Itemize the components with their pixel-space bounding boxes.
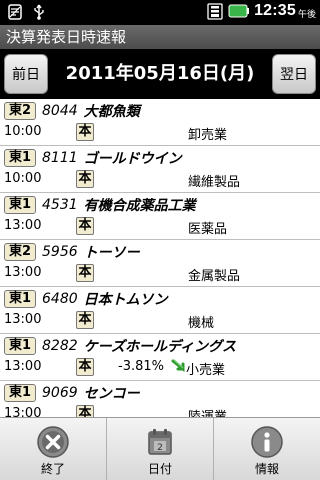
date-nav-bar: 前日 2011年05月16日(月) 翌日: [0, 49, 320, 99]
list-item[interactable]: 東1 8111 ゴールドウイン 10:00 本 繊維製品: [0, 146, 320, 193]
board-badge: 本: [76, 217, 94, 235]
list-item[interactable]: 東1 8282 ケーズホールディングス 13:00 本 -3.81% 小売業: [0, 334, 320, 381]
industry: 小売業: [186, 363, 226, 378]
company-name: 大都魚類: [83, 104, 140, 120]
announce-time: 13:00: [4, 265, 42, 280]
market-badge: 東1: [4, 149, 36, 167]
android-debug-icon: [8, 4, 22, 20]
status-bar: 12:35 午後: [0, 0, 320, 25]
stock-code: 5956: [42, 244, 78, 260]
stock-code: 8111: [42, 150, 78, 166]
board-badge: 本: [76, 123, 94, 141]
announce-time: 13:00: [4, 406, 42, 417]
announce-time: 10:00: [4, 171, 42, 186]
clock-time: 12:35: [254, 2, 296, 19]
board-badge: 本: [76, 358, 94, 376]
market-badge: 東2: [4, 102, 36, 120]
svg-text:2: 2: [157, 443, 163, 453]
menu-close-button[interactable]: 終了: [0, 418, 107, 480]
app-title: 決算発表日時速報: [0, 25, 320, 49]
clock-ampm: 午後: [297, 10, 316, 20]
list-item[interactable]: 東2 5956 トーソー 13:00 本 金属製品: [0, 240, 320, 287]
info-icon: [251, 426, 283, 458]
menu-date-button[interactable]: 2 日付: [107, 418, 214, 480]
prev-day-button[interactable]: 前日: [4, 54, 48, 94]
stock-code: 9069: [42, 385, 78, 401]
market-badge: 東1: [4, 337, 36, 355]
industry: 卸売業: [188, 128, 228, 143]
list-item[interactable]: 東1 4531 有機合成薬品工業 13:00 本 医薬品: [0, 193, 320, 240]
announce-time: 13:00: [4, 359, 42, 374]
industry: 医薬品: [188, 222, 228, 237]
announce-time: 13:00: [4, 312, 42, 327]
industry: 機械: [188, 316, 215, 331]
usb-icon: [34, 4, 44, 20]
company-name: ゴールドウイン: [83, 151, 182, 167]
company-name: 有機合成薬品工業: [83, 198, 196, 214]
calendar-icon: 2: [148, 429, 172, 455]
menu-date-label: 日付: [147, 462, 172, 476]
board-badge: 本: [76, 264, 94, 282]
board-badge: 本: [76, 170, 94, 188]
stock-code: 8282: [42, 338, 78, 354]
market-badge: 東1: [4, 384, 36, 402]
menu-info-button[interactable]: 情報: [214, 418, 320, 480]
battery-icon: [228, 4, 250, 18]
menu-close-label: 終了: [40, 462, 65, 476]
list-item[interactable]: 東1 6480 日本トムソン 13:00 本 機械: [0, 287, 320, 334]
wifi-icon: [207, 3, 223, 20]
options-menu: 終了 2 日付 情報: [0, 417, 320, 480]
industry: 金属製品: [188, 269, 241, 284]
screen: 12:35 午後 決算発表日時速報 前日 2011年05月16日(月) 翌日 東…: [0, 0, 320, 480]
list-item[interactable]: 東2 8044 大都魚類 10:00 本 卸売業: [0, 99, 320, 146]
earnings-list[interactable]: 東2 8044 大都魚類 10:00 本 卸売業 東1 8111 ゴールドウイン…: [0, 99, 320, 417]
stock-code: 4531: [42, 197, 78, 213]
list-item[interactable]: 東1 9069 センコー 13:00 本 陸運業: [0, 381, 320, 417]
company-name: 日本トムソン: [83, 292, 168, 308]
market-badge: 東1: [4, 196, 36, 214]
next-day-button[interactable]: 翌日: [272, 54, 316, 94]
company-name: トーソー: [83, 245, 140, 261]
announce-time: 10:00: [4, 124, 42, 139]
announce-time: 13:00: [4, 218, 42, 233]
market-badge: 東1: [4, 290, 36, 308]
market-badge: 東2: [4, 243, 36, 261]
down-arrow-icon: [171, 359, 185, 373]
board-badge: 本: [76, 311, 94, 329]
industry: 繊維製品: [188, 175, 241, 190]
industry: 陸運業: [188, 406, 227, 417]
price-change: -3.81%: [118, 359, 164, 374]
company-name: ケーズホールディングス: [83, 339, 236, 355]
close-icon: [37, 426, 69, 458]
stock-code: 6480: [42, 291, 78, 307]
board-badge: 本: [76, 405, 94, 417]
menu-info-label: 情報: [254, 462, 279, 476]
stock-code: 8044: [42, 103, 78, 119]
company-name: センコー: [83, 386, 140, 402]
current-date: 2011年05月16日(月): [65, 63, 255, 84]
